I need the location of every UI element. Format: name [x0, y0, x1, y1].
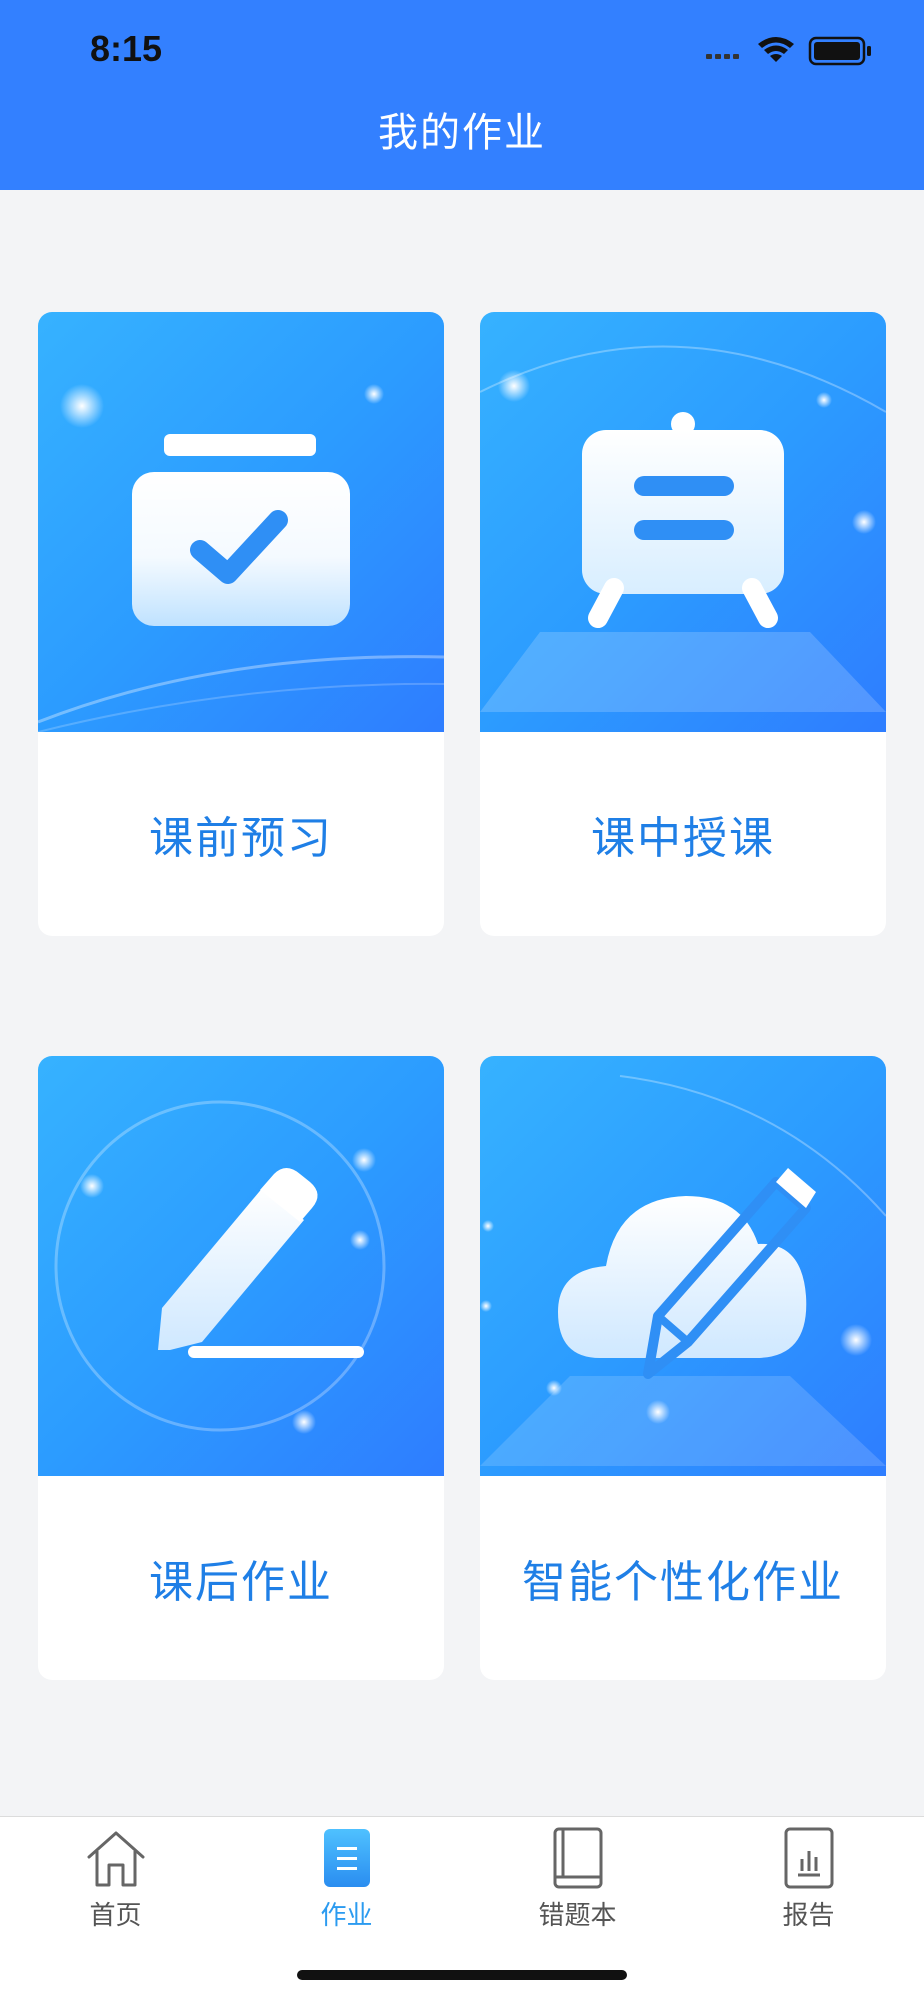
cloud-pencil-icon — [558, 1168, 816, 1379]
report-chart-icon — [784, 1827, 833, 1889]
book-icon — [553, 1827, 602, 1889]
page-title: 我的作业 — [378, 110, 546, 156]
tab-report[interactable]: 报告 — [693, 1817, 924, 1935]
tab-label: 首页 — [89, 1901, 142, 1931]
clipboard-check-icon — [132, 434, 350, 626]
tab-label: 报告 — [782, 1901, 835, 1931]
status-time: 8:15 — [90, 28, 163, 69]
card-art — [38, 312, 444, 732]
card-art — [38, 1056, 444, 1476]
card-after-class[interactable]: 课后作业 — [38, 1056, 444, 1680]
card-smart-homework[interactable]: 智能个性化作业 — [480, 1056, 886, 1680]
home-icon — [87, 1831, 144, 1887]
card-label: 课前预习 — [149, 813, 333, 864]
wifi-icon — [758, 37, 794, 62]
tab-homework[interactable]: 作业 — [231, 1817, 462, 1935]
home-indicator — [297, 1970, 627, 1980]
card-preview[interactable]: 课前预习 — [38, 312, 444, 936]
app-header: 8:15 我的作业 — [0, 0, 924, 190]
card-art — [480, 312, 886, 732]
tab-mistake-book[interactable]: 错题本 — [462, 1817, 693, 1935]
tab-home[interactable]: 首页 — [0, 1817, 231, 1935]
easel-icon — [582, 412, 784, 628]
card-in-class[interactable]: 课中授课 — [480, 312, 886, 936]
card-label: 课后作业 — [149, 1557, 333, 1608]
status-icons — [706, 34, 876, 68]
homework-icon — [323, 1829, 370, 1887]
tab-label: 作业 — [320, 1901, 373, 1931]
battery-icon — [808, 36, 871, 66]
card-label: 智能个性化作业 — [522, 1557, 844, 1608]
pencil-icon — [158, 1168, 364, 1358]
tab-label: 错题本 — [538, 1901, 617, 1931]
signal-icon — [706, 54, 739, 59]
card-art — [480, 1056, 886, 1476]
card-label: 课中授课 — [591, 813, 775, 864]
